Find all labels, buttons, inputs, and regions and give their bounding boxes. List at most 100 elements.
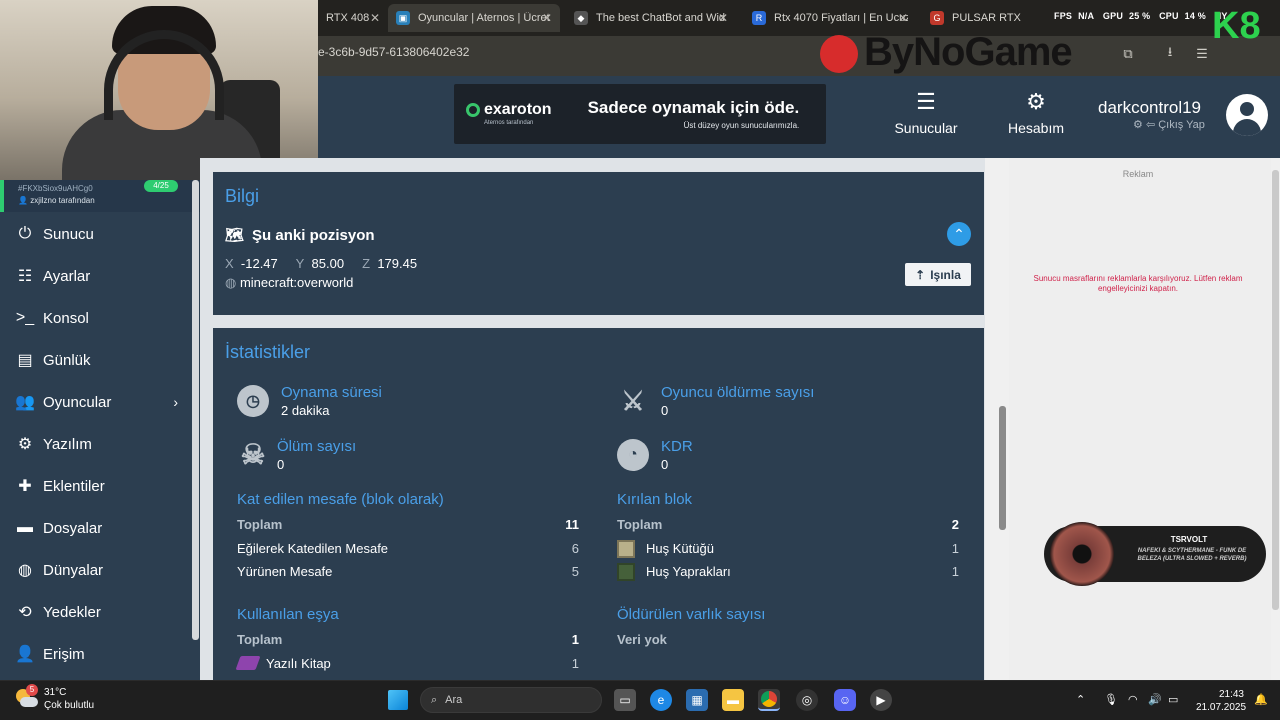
battery-icon[interactable]: ▭ [1168, 693, 1178, 706]
nav-account[interactable]: ⚙ Hesabım [1004, 89, 1068, 137]
content-scrollbar[interactable] [985, 158, 1009, 680]
clock[interactable]: 21:43 21.07.2025 [1196, 688, 1246, 714]
sword-icon: ⚔ [621, 385, 645, 416]
chrome-icon[interactable] [758, 689, 780, 711]
file-explorer-icon[interactable]: ▬ [722, 689, 744, 711]
sidebar-toggle-icon[interactable]: ☰ [1194, 46, 1210, 62]
sidebar-item-worlds[interactable]: ◍ Dünyalar [0, 549, 196, 591]
document-icon: ▤ [17, 352, 33, 369]
stats-title: İstatistikler [225, 342, 311, 362]
sidebar-item-players[interactable]: 👥 Oyuncular › [0, 381, 196, 423]
puzzle-icon: ✚ [18, 478, 32, 495]
media-player-icon[interactable]: ▶ [870, 689, 892, 711]
exaroton-banner-ad[interactable]: exaroton Aternos tarafından Sadece oynam… [454, 84, 826, 144]
chevron-up-tray-icon[interactable]: ⌃ [1076, 693, 1085, 706]
taskbar [0, 680, 1280, 720]
sidebar-item-software[interactable]: ⚙ Yazılım [0, 423, 196, 465]
broken-row-value: 1 [951, 564, 959, 579]
used-total-value: 1 [571, 632, 579, 647]
tab-pulsar-rtx[interactable]: G PULSAR RTX [922, 4, 1050, 32]
cpu-label: CPU [1159, 11, 1179, 21]
settings-gear-icon[interactable]: ⚙ [1133, 119, 1143, 131]
obs-icon[interactable]: ◎ [796, 689, 818, 711]
position-title: Şu anki pozisyon [252, 227, 375, 244]
tab-rtx-4070-prices[interactable]: R Rtx 4070 Fiyatları | En Ucuz ✕ [744, 4, 916, 32]
backup-icon: ⟲ [18, 604, 32, 621]
distance-row-label: Eğilerek Katedilen Mesafe [237, 541, 389, 556]
edge-icon[interactable]: e [650, 689, 672, 711]
avatar[interactable] [1226, 94, 1268, 136]
close-icon[interactable]: ✕ [370, 11, 380, 25]
distance-row-label: Yürünen Mesafe [237, 564, 333, 579]
teleport-button[interactable]: ⇡ Işınla [905, 263, 971, 286]
tab-chatbot[interactable]: ◆ The best ChatBot and Wid ✕ [566, 4, 736, 32]
download-icon[interactable]: ⭳ [1162, 44, 1178, 62]
play-time-label: Oynama süresi [281, 384, 382, 401]
watermark-text: ByNoGame [864, 30, 1073, 74]
notification-bell-icon[interactable]: 🔔 [1254, 693, 1268, 706]
ad-brand-sub: Aternos tarafından [484, 120, 534, 126]
fps-label: FPS [1054, 11, 1073, 21]
close-icon[interactable]: ✕ [718, 11, 728, 25]
account-settings-icon: ⚙ [1026, 89, 1046, 114]
globe-icon: ◍ [18, 562, 32, 579]
sidebar-item-label: Günlük [43, 351, 91, 369]
username[interactable]: darkcontrol19 [1098, 98, 1201, 118]
taskbar-search[interactable]: ⌕ Ara [420, 687, 602, 713]
distance-row-value: 6 [571, 541, 579, 556]
sidebar-scrollbar[interactable] [192, 180, 199, 640]
k8-watermark: K8 [1212, 5, 1261, 47]
temperature: 31°C [44, 687, 67, 698]
windows-start-icon[interactable] [388, 690, 408, 710]
sidebar-item-log[interactable]: ▤ Günlük [0, 339, 196, 381]
close-icon[interactable]: ✕ [898, 11, 908, 25]
sidebar-item-files[interactable]: ▬ Dosyalar [0, 507, 196, 549]
server-owner-label: zxjilzno tarafından [30, 196, 95, 205]
url-text[interactable]: e-3c6b-9d57-613806402e32 [318, 45, 469, 59]
used-total-label: Toplam [237, 632, 283, 647]
close-icon[interactable]: ✕ [542, 11, 552, 25]
clock-time: 21:43 [1218, 689, 1244, 700]
z-label: Z [362, 256, 371, 271]
nav-account-label: Hesabım [1007, 120, 1065, 136]
deaths-value: 0 [277, 457, 285, 472]
page-scroll-thumb[interactable] [1272, 170, 1279, 610]
volume-icon[interactable]: 🔊 [1148, 693, 1162, 706]
teleport-label: Işınla [930, 267, 961, 282]
page-scrollbar[interactable] [1271, 158, 1280, 680]
player-kills-value: 0 [661, 403, 669, 418]
microphone-icon[interactable]: 🎙 [1104, 693, 1118, 706]
store-icon[interactable]: ▦ [686, 689, 708, 711]
webcam-overlay [0, 0, 318, 180]
sidebar-item-backups[interactable]: ⟲ Yedekler [0, 591, 196, 633]
tab-label: PULSAR RTX [952, 12, 1021, 24]
nav-servers-label: Sunucular [894, 120, 958, 136]
sidebar-item-console[interactable]: >_ Konsol [0, 297, 196, 339]
collapse-button[interactable]: ⌃ [947, 222, 971, 246]
logout-link[interactable]: ⇦ Çıkış Yap [1146, 119, 1205, 131]
extensions-icon[interactable]: ⧉ [1120, 46, 1136, 62]
coordinates: X -12.47 Y 85.00 Z 179.45 [225, 256, 417, 271]
now-playing-widget[interactable]: TSRVOLT NAFEKI & SCYTHERMANE - FUNK DE B… [1044, 522, 1266, 586]
terminal-icon: >_ [15, 309, 35, 326]
ad-brand: exaroton Aternos tarafından [466, 102, 552, 126]
sidebar-item-plugins[interactable]: ✚ Eklentiler [0, 465, 196, 507]
play-time-value: 2 dakika [281, 403, 330, 418]
sidebar-item-label: Erişim [43, 645, 85, 663]
sidebar-item-settings[interactable]: ☷ Ayarlar [0, 255, 196, 297]
birch-leaves-icon [617, 563, 635, 581]
content-scroll-thumb[interactable] [999, 406, 1006, 530]
nav-servers[interactable]: ☰ Sunucular [893, 90, 959, 137]
price-site-favicon-icon: R [752, 11, 766, 25]
task-view-icon[interactable]: ▭ [614, 689, 636, 711]
discord-icon[interactable]: ☺ [834, 689, 856, 711]
sidebar-item-access[interactable]: 👤 Erişim [0, 633, 196, 675]
sidebar-item-server[interactable]: ⏻ Sunucu [0, 213, 196, 255]
performance-overlay: FPS N/A GPU 25 % CPU 14 % NY [1054, 11, 1234, 21]
broken-total-label: Toplam [617, 517, 663, 532]
search-icon: ⌕ [431, 693, 438, 706]
wifi-icon[interactable]: ◠ [1128, 693, 1138, 706]
tab-aternos-players[interactable]: ▣ Oyuncular | Aternos | Ücret ✕ [388, 4, 560, 32]
tab-rtx-4080[interactable]: RTX 408 ✕ [318, 4, 388, 32]
teleport-icon: ⇡ [915, 267, 926, 282]
